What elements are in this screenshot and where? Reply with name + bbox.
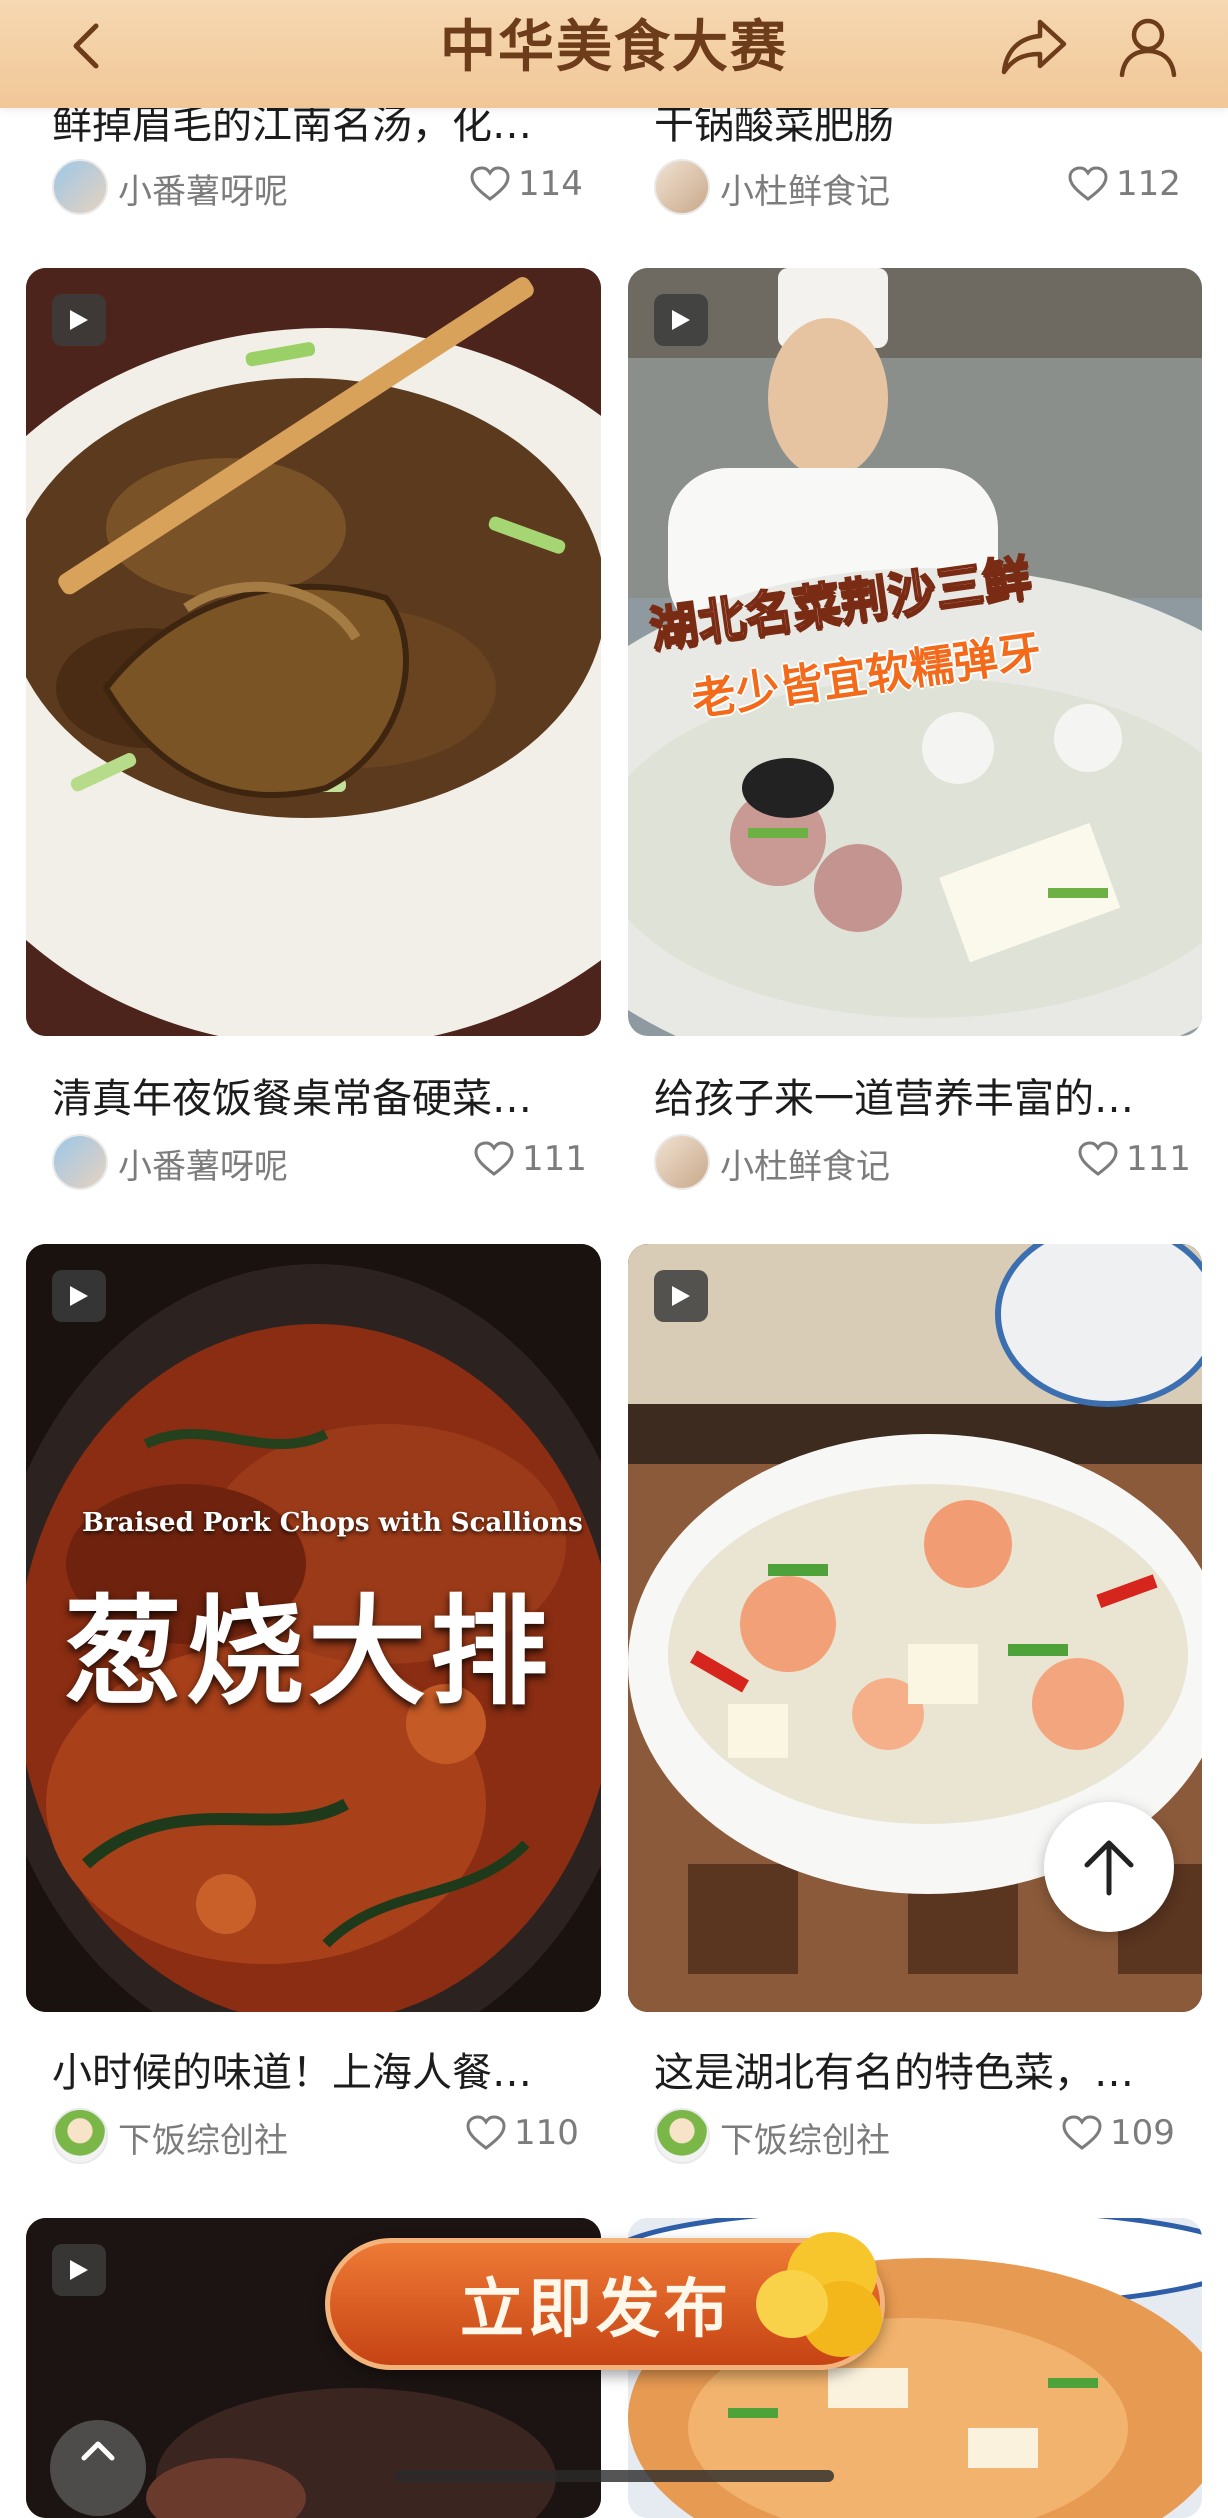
publish-label: 立即发布 [460, 2273, 732, 2347]
heart-icon [470, 166, 510, 201]
chevron-up-icon [81, 2441, 115, 2461]
card-image[interactable]: 湖北名菜荆沙三鲜 老少皆宜软糯弹牙 [628, 268, 1202, 1036]
like-count: 114 [518, 164, 583, 204]
play-icon [52, 1270, 106, 1322]
author-name[interactable]: 小杜鲜食记 [720, 164, 890, 213]
card-caption[interactable]: 清真年夜饭餐桌常备硬菜… [52, 1066, 582, 1124]
scroll-top-button[interactable] [1044, 1802, 1174, 1932]
avatar[interactable] [654, 1134, 710, 1190]
share-icon[interactable] [998, 10, 1070, 82]
heart-icon [1078, 1141, 1118, 1176]
play-icon [52, 294, 106, 346]
like-count: 111 [522, 1139, 587, 1179]
play-icon [654, 294, 708, 346]
card-caption[interactable]: 给孩子来一道营养丰富的… [654, 1066, 1184, 1124]
like-button[interactable]: 110 [466, 2113, 579, 2153]
like-button[interactable]: 109 [1062, 2113, 1175, 2153]
like-button[interactable]: 111 [474, 1139, 587, 1179]
avatar[interactable] [654, 159, 710, 215]
home-indicator [394, 2470, 834, 2482]
mango-icon [752, 2224, 902, 2364]
author-name[interactable]: 小番薯呀呢 [118, 1139, 288, 1188]
like-button[interactable]: 112 [1068, 164, 1181, 204]
heart-icon [1068, 166, 1108, 201]
author-name[interactable]: 下饭综创社 [720, 2113, 890, 2162]
heart-icon [1062, 2115, 1102, 2150]
like-button[interactable]: 111 [1078, 1139, 1191, 1179]
collapse-button[interactable] [50, 2420, 146, 2516]
heart-icon [474, 1141, 514, 1176]
play-icon [654, 1270, 708, 1322]
avatar[interactable] [654, 2108, 710, 2164]
card-caption[interactable]: 小时候的味道！上海人餐… [52, 2040, 582, 2098]
profile-icon[interactable] [1112, 10, 1184, 82]
overlay-title: 葱烧大排 [64, 1582, 553, 1721]
avatar[interactable] [52, 159, 108, 215]
play-icon [52, 2244, 106, 2296]
card-caption[interactable]: 这是湖北有名的特色菜，… [654, 2040, 1184, 2098]
like-count: 111 [1126, 1139, 1191, 1179]
like-count: 110 [514, 2113, 579, 2153]
like-count: 109 [1110, 2113, 1175, 2153]
avatar[interactable] [52, 2108, 108, 2164]
avatar[interactable] [52, 1134, 108, 1190]
like-button[interactable]: 114 [470, 164, 583, 204]
card-image[interactable]: Braised Pork Chops with Scallions 葱烧大排 [26, 1244, 601, 2012]
author-name[interactable]: 下饭综创社 [118, 2113, 288, 2162]
overlay-subtitle: Braised Pork Chops with Scallions [82, 1508, 583, 1538]
heart-icon [466, 2115, 506, 2150]
author-name[interactable]: 小番薯呀呢 [118, 164, 288, 213]
card-image[interactable] [26, 268, 601, 1036]
author-name[interactable]: 小杜鲜食记 [720, 1139, 890, 1188]
like-count: 112 [1116, 164, 1181, 204]
arrow-up-icon [1084, 1840, 1134, 1896]
top-bar: 中华美食大赛 [0, 0, 1228, 108]
food-image [26, 268, 601, 1036]
